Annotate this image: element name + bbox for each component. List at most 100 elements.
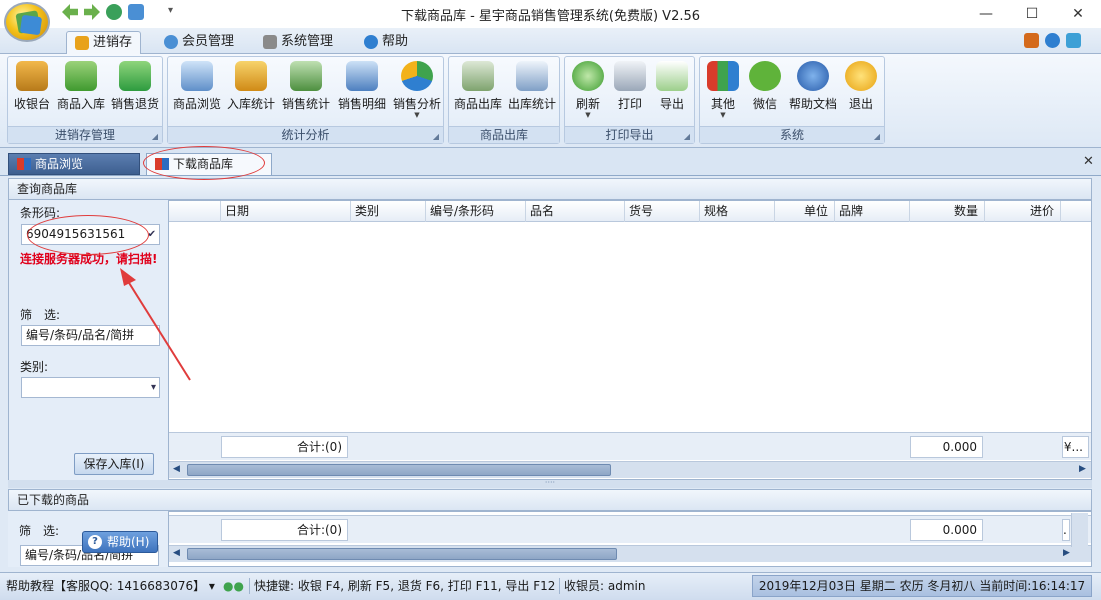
tab-help[interactable]: 帮助: [356, 31, 416, 54]
product-browse-button[interactable]: 商品浏览: [170, 61, 224, 125]
scroll-right-icon[interactable]: ▶: [1079, 464, 1086, 474]
total-quantity: 0.000: [910, 519, 983, 541]
group-stock-out: 商品出库 出库统计 商品出库: [448, 56, 560, 144]
stock-in-stats-button[interactable]: 入库统计: [224, 61, 278, 125]
help-doc-icon: [797, 61, 829, 91]
vertical-scrollbar[interactable]: [1071, 513, 1088, 547]
stock-out-button[interactable]: 商品出库: [451, 61, 505, 125]
help-doc-button[interactable]: 帮助文档: [786, 61, 840, 125]
tab-member[interactable]: 会员管理: [156, 31, 242, 54]
scroll-left-icon[interactable]: ◀: [173, 548, 180, 558]
app-menu-button[interactable]: [4, 2, 50, 42]
group-label-inventory: 进销存管理 ◢: [8, 126, 162, 143]
wechat-icon: [749, 61, 781, 91]
help-icon: [364, 35, 378, 49]
column-header[interactable]: 规格: [700, 201, 775, 222]
datetime-display: 2019年12月03日 星期二 农历 冬月初八 当前时间:16:14:17: [752, 575, 1092, 597]
chevron-down-icon[interactable]: ✔: [148, 227, 156, 242]
stats-book-icon: [235, 61, 267, 91]
group-statistics: 商品浏览 入库统计 销售统计 销售明细 销售分析 ▼ 统计分析 ◢: [167, 56, 444, 144]
column-header[interactable]: 进价: [985, 201, 1061, 222]
product-grid: 日期 类别 编号/条形码 品名 货号 规格 单位 品牌 数量 进价 合计:(0)…: [168, 200, 1092, 480]
sales-detail-button[interactable]: 销售明细: [334, 61, 390, 125]
total-count: 合计:(0): [221, 519, 348, 541]
exit-button[interactable]: 退出: [840, 61, 882, 125]
return-icon: [119, 61, 151, 91]
scroll-right-icon[interactable]: ▶: [1063, 548, 1070, 558]
minimize-button[interactable]: —: [963, 0, 1009, 28]
sales-stats-button[interactable]: 销售统计: [278, 61, 334, 125]
group-expand-icon[interactable]: ◢: [874, 129, 880, 145]
scrollbar-thumb[interactable]: [187, 464, 611, 476]
stock-in-button[interactable]: 商品入库: [54, 61, 108, 125]
grid-header: 日期 类别 编号/条形码 品名 货号 规格 单位 品牌 数量 进价: [169, 201, 1091, 222]
cashier-name: 收银员: admin: [564, 579, 646, 593]
column-header[interactable]: 数量: [910, 201, 985, 222]
column-header[interactable]: 货号: [625, 201, 700, 222]
sales-return-button[interactable]: 销售退货: [108, 61, 162, 125]
export-button[interactable]: 导出: [651, 61, 693, 125]
other-icon: [707, 61, 739, 91]
sales-analysis-button[interactable]: 销售分析 ▼: [390, 61, 444, 125]
help-circle-icon[interactable]: [1045, 33, 1060, 48]
horizontal-scrollbar[interactable]: ◀ ▶: [169, 545, 1091, 562]
other-button[interactable]: 其他 ▼: [702, 61, 744, 125]
ribbon: 收银台 商品入库 销售退货 进销存管理 ◢ 商品浏览 入库统计 销售统计 销售明细…: [0, 54, 1101, 148]
ribbon-tab-bar: 进销存 会员管理 系统管理 帮助: [0, 28, 1101, 54]
wechat-icon[interactable]: ●●: [223, 574, 244, 599]
inventory-icon: [75, 36, 89, 50]
tab-inventory[interactable]: 进销存: [66, 31, 142, 54]
column-header[interactable]: 单位: [775, 201, 835, 222]
column-header[interactable]: 品牌: [835, 201, 910, 222]
scroll-left-icon[interactable]: ◀: [173, 464, 180, 474]
export-icon: [656, 61, 688, 91]
column-header[interactable]: 编号/条形码: [426, 201, 526, 222]
sales-detail-icon: [346, 61, 378, 91]
maximize-button[interactable]: ☐: [1009, 0, 1055, 28]
annotation-arrow: [120, 268, 191, 381]
horizontal-scrollbar[interactable]: ◀ ▶: [169, 461, 1091, 478]
tab-system[interactable]: 系统管理: [255, 31, 341, 54]
row-indicator-header: [169, 201, 221, 222]
cart-icon[interactable]: [1024, 33, 1039, 48]
wechat-button[interactable]: 微信: [744, 61, 786, 125]
barcode-label: 条形码:: [20, 206, 61, 220]
pie-chart-icon: [401, 61, 433, 91]
column-header[interactable]: 日期: [221, 201, 351, 222]
stock-out-stats-button[interactable]: 出库统计: [505, 61, 559, 125]
close-tab-icon[interactable]: ✕: [1083, 154, 1094, 169]
help-icon: ?: [88, 535, 102, 549]
panel-splitter[interactable]: ····: [8, 479, 1092, 488]
group-label-system: 系统 ◢: [700, 126, 884, 143]
status-bar: 帮助教程【客服QQ: 1416683076】 ▾ ●● 快捷键: 收银 F4, …: [0, 572, 1101, 600]
grid-footer: 合计:(0) 0.000 ¥...: [169, 432, 1091, 460]
skin-icon[interactable]: [1066, 33, 1081, 48]
barcode-input[interactable]: 6904915631561 ✔: [21, 224, 160, 245]
print-button[interactable]: 打印: [609, 61, 651, 125]
window-icon: [17, 158, 31, 170]
filter-label: 筛 选:: [19, 524, 60, 538]
group-expand-icon[interactable]: ◢: [433, 129, 439, 145]
scrollbar-thumb[interactable]: [187, 548, 617, 560]
column-header[interactable]: 品名: [526, 201, 625, 222]
cashier-button[interactable]: 收银台: [10, 61, 54, 125]
help-tutorial-link[interactable]: 帮助教程【客服QQ: 1416683076】 ▾: [6, 574, 215, 599]
close-button[interactable]: ✕: [1055, 0, 1101, 28]
refresh-button[interactable]: 刷新 ▼: [567, 61, 609, 125]
doc-tab-download-library[interactable]: 下载商品库: [146, 153, 272, 175]
group-label-print-export: 打印导出 ◢: [565, 126, 694, 143]
column-header[interactable]: 类别: [351, 201, 426, 222]
dropdown-arrow-icon: ▼: [414, 111, 420, 119]
group-expand-icon[interactable]: ◢: [152, 129, 158, 145]
group-expand-icon[interactable]: ◢: [684, 129, 690, 145]
document-tab-bar: 商品浏览 下载商品库: [0, 148, 1101, 176]
save-stock-in-button[interactable]: 保存入库(I): [74, 453, 154, 475]
query-panel-header: 查询商品库: [8, 178, 1092, 200]
group-system: 其他 ▼ 微信 帮助文档 退出 系统 ◢: [699, 56, 885, 144]
stock-in-icon: [65, 61, 97, 91]
help-button[interactable]: ? 帮助(H): [82, 531, 158, 553]
total-price: .: [1062, 519, 1070, 541]
member-icon: [164, 35, 178, 49]
dropdown-arrow-icon: ▼: [720, 111, 726, 119]
doc-tab-product-browse[interactable]: 商品浏览: [8, 153, 140, 175]
